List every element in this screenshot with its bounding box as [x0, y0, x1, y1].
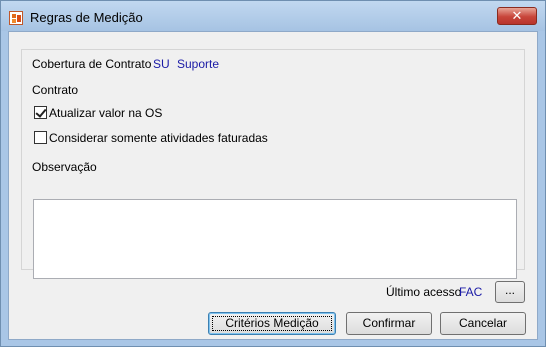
close-button[interactable]: ✕ [497, 7, 537, 25]
title-bar[interactable]: Regras de Medição ✕ [1, 1, 545, 31]
atualizar-checkbox[interactable] [34, 106, 47, 119]
contrato-label: Contrato [32, 83, 79, 97]
considerar-checkbox[interactable] [34, 131, 47, 144]
rules-group: Cobertura de Contrato SU Suporte Contrat… [21, 49, 525, 279]
ultimo-acesso-value: FAC [459, 285, 483, 299]
observacao-label: Observação [32, 160, 97, 174]
confirmar-label: Confirmar [362, 316, 416, 330]
more-button-label: ... [504, 283, 515, 297]
cancelar-label: Cancelar [458, 316, 508, 330]
cobertura-name[interactable]: Suporte [177, 57, 219, 71]
observacao-textarea[interactable] [33, 199, 517, 279]
confirmar-button[interactable]: Confirmar [346, 312, 432, 335]
cancelar-button[interactable]: Cancelar [440, 312, 526, 335]
checkmark-icon [35, 106, 47, 118]
considerar-label[interactable]: Considerar somente atividades faturadas [49, 131, 268, 145]
cobertura-code[interactable]: SU [153, 57, 170, 71]
more-button[interactable]: ... [495, 281, 525, 303]
criterios-medicao-label: Critérios Medição [225, 316, 319, 330]
cobertura-label: Cobertura de Contrato [32, 57, 152, 71]
atualizar-label[interactable]: Atualizar valor na OS [49, 106, 162, 120]
dialog-body: Cobertura de Contrato SU Suporte Contrat… [8, 31, 538, 340]
criterios-medicao-button[interactable]: Critérios Medição [208, 312, 336, 335]
app-logo-icon [9, 11, 23, 25]
window-title: Regras de Medição [30, 10, 143, 25]
ultimo-acesso-label: Último acesso [386, 285, 462, 299]
dialog-window: Regras de Medição ✕ Cobertura de Contrat… [0, 0, 546, 347]
close-icon: ✕ [511, 8, 523, 23]
